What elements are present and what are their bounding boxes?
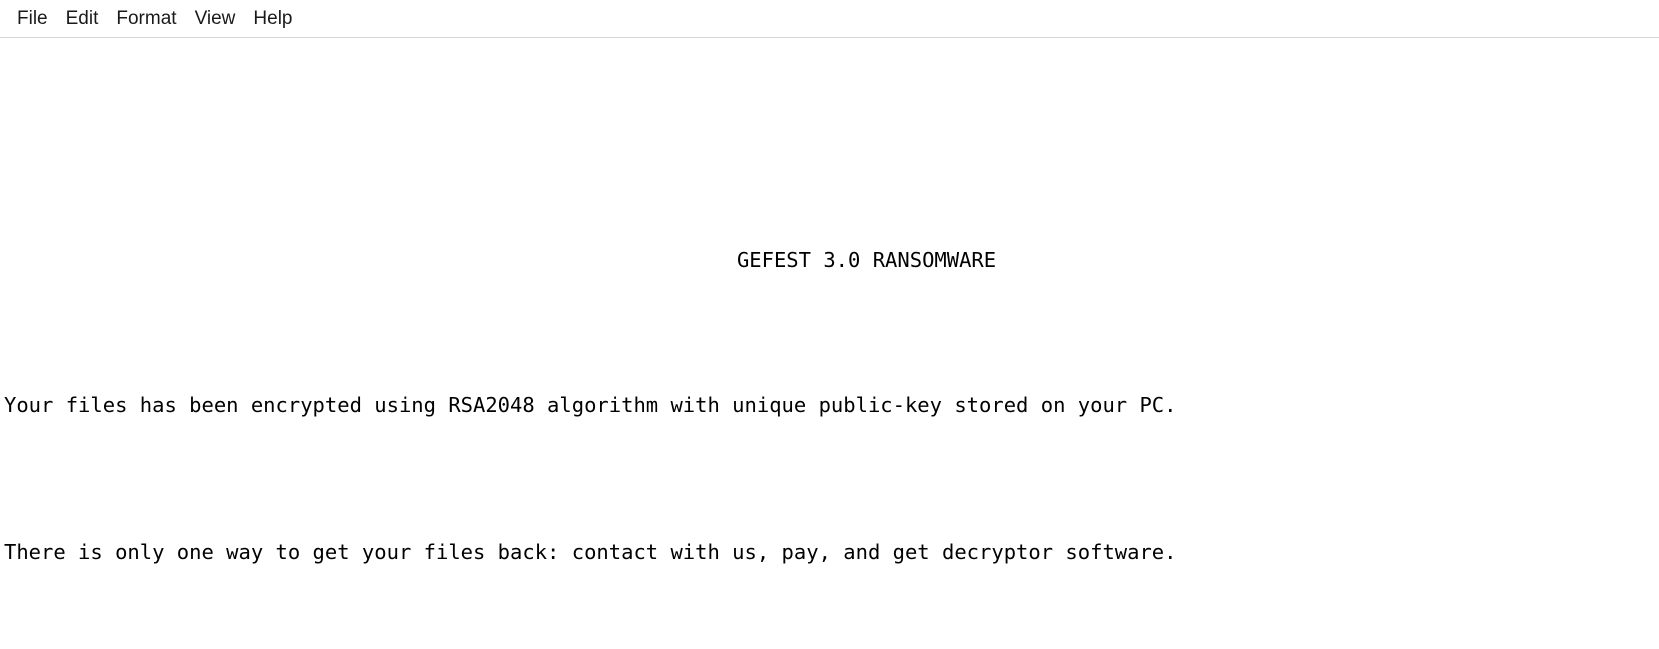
- menu-bar: File Edit Format View Help: [0, 0, 1659, 38]
- menu-item-edit[interactable]: Edit: [57, 5, 108, 32]
- note-title-line: GEFEST 3.0 RANSOMWARE: [0, 185, 1659, 272]
- note-body-line-1: Your files has been encrypted using RSA2…: [4, 393, 1177, 417]
- note-body-line-2: There is only one way to get your files …: [4, 540, 1177, 564]
- text-editor-area[interactable]: GEFEST 3.0 RANSOMWARE Your files has bee…: [0, 38, 1659, 648]
- menu-item-file[interactable]: File: [8, 5, 57, 32]
- menu-item-help[interactable]: Help: [244, 5, 301, 32]
- note-title: GEFEST 3.0 RANSOMWARE: [736, 248, 997, 272]
- ransom-note-text: GEFEST 3.0 RANSOMWARE Your files has bee…: [0, 38, 1659, 648]
- menu-item-view[interactable]: View: [186, 5, 245, 32]
- menu-item-format[interactable]: Format: [107, 5, 185, 32]
